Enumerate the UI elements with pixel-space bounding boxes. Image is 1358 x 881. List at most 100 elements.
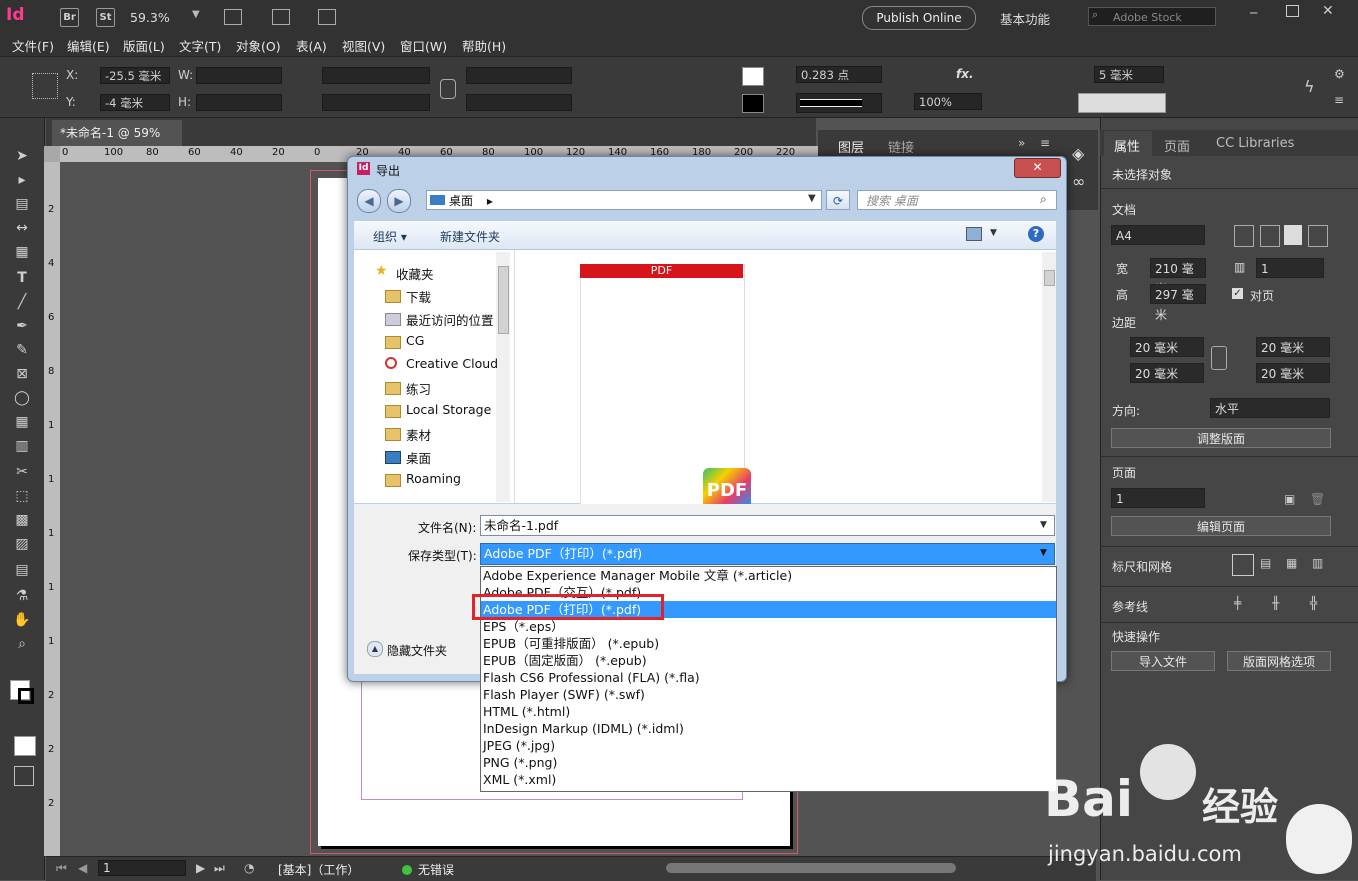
nav-cg[interactable]: CG [406,333,424,348]
new-folder-button[interactable]: 新建文件夹 [440,228,500,245]
gradient-feather-tool-icon[interactable]: ▨ [11,534,33,554]
margin-left-field[interactable]: 20 毫米 [1256,337,1330,357]
menu-view[interactable]: 视图(V) [342,36,385,55]
panel-menu-icon[interactable]: ≡ [1334,93,1344,107]
last-page-icon[interactable]: ⏭ [214,861,225,876]
panel-collapse-icon[interactable]: » [1018,136,1025,150]
scale-x-field[interactable] [322,67,430,84]
binding-left-icon[interactable] [1284,225,1302,245]
nav-scroll-thumb[interactable] [498,266,509,334]
hide-folders-button[interactable]: 隐藏文件夹 [387,642,447,659]
menu-window[interactable]: 窗口(W) [400,36,447,55]
maximize-button[interactable] [1286,5,1299,17]
nav-recent[interactable]: 最近访问的位置 [406,310,494,329]
hand-tool-icon[interactable]: ✋ [11,610,33,630]
width-field[interactable]: 210 毫米 [1150,258,1206,296]
pencil-tool-icon[interactable]: ✎ [11,340,33,360]
frame-fitting-select[interactable] [1078,93,1166,113]
page-size-select[interactable]: A4 [1111,225,1205,245]
nav-creative-cloud[interactable]: Creative Cloud [406,356,498,371]
stock-button[interactable]: St [96,8,115,27]
dialog-close-button[interactable]: ✕ [1014,158,1061,178]
constrain-proportions-icon[interactable] [440,79,456,99]
filename-dropdown-icon[interactable]: ▼ [1040,520,1047,530]
smart-guides-icon[interactable]: ╫ [1272,596,1279,610]
publish-online-button[interactable]: Publish Online [862,6,976,30]
landscape-icon[interactable] [1260,225,1280,247]
grid-tool-icon[interactable]: ▥ [11,436,33,456]
menu-help[interactable]: 帮助(H) [462,36,506,55]
eyedropper-tool-icon[interactable]: ⚗ [11,586,33,606]
arrange-documents-icon[interactable] [318,9,336,25]
links-icon[interactable]: ∞ [1072,172,1085,191]
address-bar[interactable]: 桌面 ▸ [426,190,822,210]
organize-button[interactable]: 组织 ▾ [373,228,407,245]
pages-count-field[interactable]: 1 [1256,258,1324,278]
opacity-field[interactable]: 100% [914,93,982,110]
chevron-up-icon[interactable]: ▲ [367,641,383,657]
margin-right-field[interactable]: 20 毫米 [1256,363,1330,383]
nav-roaming[interactable]: Roaming [406,471,461,486]
w-field[interactable] [196,67,282,84]
type-tool-icon[interactable]: T [11,268,33,288]
screen-mode-icon[interactable] [272,9,290,25]
x-field[interactable]: -25.5 毫米 [100,67,170,84]
page-number-select[interactable]: 1 [1111,488,1205,508]
document-grid-icon[interactable]: ▦ [1286,556,1297,570]
stroke-color-icon[interactable] [18,688,34,704]
note-tool-icon[interactable]: ▤ [11,560,33,580]
filename-input[interactable]: 未命名-1.pdf [480,515,1055,536]
address-dropdown-icon[interactable]: ▼ [808,193,816,204]
workspace-switcher[interactable]: 基本功能 [1000,9,1050,28]
nav-scrollbar[interactable] [496,252,510,502]
menu-edit[interactable]: 编辑(E) [67,36,110,55]
filetype-option[interactable]: HTML (*.html) [483,703,1053,720]
nav-favorites[interactable]: 收藏夹 [396,264,434,283]
help-icon[interactable]: ? [1028,226,1044,242]
margin-top-field[interactable]: 20 毫米 [1130,337,1204,357]
import-file-button[interactable]: 导入文件 [1111,651,1215,671]
tab-links[interactable]: 链接 [888,137,914,156]
facing-pages-checkbox[interactable]: ✓ [1232,288,1243,299]
filetype-option[interactable]: InDesign Markup (IDML) (*.idml) [483,720,1053,737]
orientation-select[interactable]: 水平 [1210,398,1330,418]
file-scrollbar[interactable] [1042,252,1056,502]
pen-tool-icon[interactable]: ✒ [11,316,33,336]
first-page-icon[interactable]: ⏮ [56,861,67,876]
filetype-option[interactable]: JPEG (*.jpg) [483,737,1053,754]
stroke-weight-field[interactable]: 0.283 点 [796,66,882,83]
breadcrumb-chevron-icon[interactable]: ▸ [487,194,493,208]
menu-file[interactable]: 文件(F) [12,36,54,55]
tab-layers[interactable]: 图层 [838,137,864,156]
view-options-icon[interactable] [224,9,242,25]
refresh-icon[interactable]: ⟳ [826,190,850,210]
view-dropdown-icon[interactable]: ▼ [990,228,997,238]
free-transform-tool-icon[interactable]: ⬚ [11,486,33,506]
rotate-field[interactable] [466,67,572,84]
back-button[interactable]: ◀ [357,189,381,213]
master-status[interactable]: [基本]（工作） [278,861,359,878]
fill-swatch[interactable] [742,67,764,86]
guides-icon[interactable]: ╪ [1234,596,1241,610]
nav-desktop[interactable]: 桌面 [406,448,431,467]
filetype-option[interactable]: XML (*.xml) [483,771,1053,788]
nav-downloads[interactable]: 下载 [406,287,431,306]
new-page-icon[interactable]: ▣ [1284,492,1295,506]
selection-tool-icon[interactable]: ➤ [11,146,33,166]
bridge-button[interactable]: Br [60,8,79,27]
zoom-level[interactable]: 59.3% [130,10,170,25]
previous-page-icon[interactable]: ◀ [78,861,87,875]
rectangle-frame-tool-icon[interactable]: ⊠ [11,364,33,384]
scale-y-field[interactable] [322,94,430,111]
page-tool-icon[interactable]: ▤ [11,194,33,214]
margin-bottom-field[interactable]: 20 毫米 [1130,363,1204,383]
direct-selection-tool-icon[interactable]: ▸ [11,170,33,190]
height-field[interactable]: 297 毫米 [1150,284,1206,322]
y-field[interactable]: -4 毫米 [100,94,170,111]
h-field[interactable] [196,94,282,111]
errors-status[interactable]: 无错误 [418,861,454,878]
portrait-icon[interactable] [1234,225,1254,247]
filetype-option[interactable]: EPUB（固定版面） (*.epub) [483,652,1053,669]
close-window-button[interactable]: ✕ [1322,3,1334,19]
line-tool-icon[interactable]: ╱ [11,292,33,312]
